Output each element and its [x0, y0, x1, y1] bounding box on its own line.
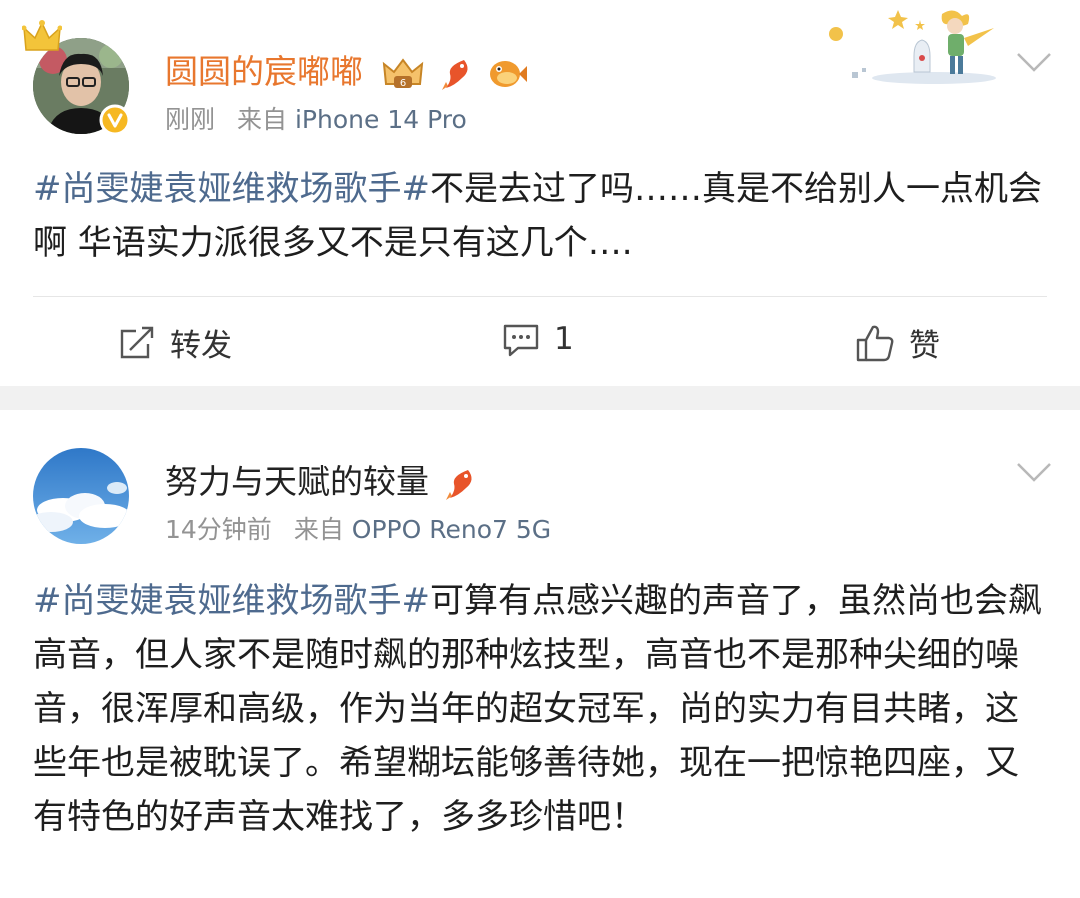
post-source[interactable]: iPhone 14 Pro	[295, 105, 467, 134]
avatar[interactable]	[33, 448, 129, 544]
repost-button[interactable]: 转发	[118, 320, 232, 365]
like-button[interactable]: 赞	[855, 320, 940, 365]
post-separator	[0, 386, 1080, 410]
verified-icon	[99, 104, 131, 136]
chevron-down-icon[interactable]	[1016, 462, 1052, 484]
puffer-fish-icon	[489, 60, 527, 87]
weibo-post-1: 圆圆的宸嘟嘟 6 刚刚 来自 iPhone 14 Pro #尚雯婕袁娅维救场歌手…	[0, 0, 1080, 386]
divider	[33, 296, 1047, 297]
repost-label: 转发	[170, 328, 232, 364]
koi-fish-icon	[445, 469, 472, 500]
user-name[interactable]: 努力与天赋的较量	[165, 462, 429, 501]
vip-level-badge-icon: 6	[382, 57, 423, 89]
like-label: 赞	[909, 328, 940, 364]
weibo-post-2: 努力与天赋的较量 14分钟前 来自 OPPO Reno7 5G #尚雯婕袁娅维救场…	[0, 410, 1080, 898]
post-content: #尚雯婕袁娅维救场歌手#可算有点感兴趣的声音了，虽然尚也会飙高音，但人家不是随时…	[33, 574, 1043, 844]
comment-count: 1	[554, 321, 574, 357]
post-content: #尚雯婕袁娅维救场歌手#不是去过了吗……真是不给别人一点机会啊 华语实力派很多又…	[33, 162, 1043, 270]
hashtag-link[interactable]: #尚雯婕袁娅维救场歌手#	[33, 169, 430, 209]
little-prince-decoration-icon	[829, 10, 996, 84]
source-prefix: 来自	[237, 105, 288, 134]
svg-text:6: 6	[399, 78, 405, 89]
crown-icon	[22, 20, 62, 51]
comment-icon	[503, 324, 539, 357]
post-source[interactable]: OPPO Reno7 5G	[352, 515, 551, 544]
koi-fish-icon	[442, 59, 468, 90]
thumbs-up-icon	[856, 325, 894, 361]
comment-button[interactable]: 1	[502, 320, 574, 358]
repost-icon	[120, 326, 154, 358]
post-time: 刚刚	[165, 105, 216, 134]
hashtag-link[interactable]: #尚雯婕袁娅维救场歌手#	[33, 581, 430, 621]
source-prefix: 来自	[293, 515, 344, 544]
chevron-down-icon[interactable]	[1016, 52, 1052, 74]
post-time: 14分钟前	[165, 515, 272, 544]
user-name[interactable]: 圆圆的宸嘟嘟	[165, 52, 363, 91]
